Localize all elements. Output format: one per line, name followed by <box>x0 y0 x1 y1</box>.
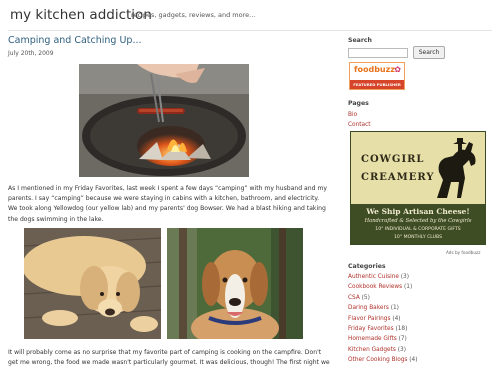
category-name[interactable]: Friday Favorites <box>348 326 394 332</box>
cowgirl-horse-icon <box>437 138 476 198</box>
category-count: (4) <box>392 315 401 322</box>
ad-subheadline: Handcrafted & Selected by the Cowgirls <box>364 218 472 224</box>
search-heading: Search <box>348 37 372 44</box>
beagle-dog-photo <box>167 228 303 339</box>
categories-heading: Categories <box>348 263 386 270</box>
category-count: (5) <box>361 294 370 301</box>
yellow-lab-photo <box>24 228 161 339</box>
category-count: (7) <box>398 336 407 343</box>
post-date: July 20th, 2009 <box>8 50 54 57</box>
pages-heading: Pages <box>348 100 369 107</box>
category-name[interactable]: Authentic Cuisine <box>348 274 399 280</box>
category-count: (1) <box>390 305 399 312</box>
ad-brand-line2: CREAMERY <box>361 172 435 183</box>
category-link[interactable]: Homemade Gifts (7) <box>348 336 407 342</box>
category-link[interactable]: Friday Favorites (18) <box>348 326 407 332</box>
ad-offer: 10° MONTHLY CLUBS <box>394 235 442 240</box>
ads-by-foodbuzz[interactable]: Ads by foodbuzz <box>446 250 480 255</box>
post-paragraph: It will probably come as no surprise tha… <box>8 349 330 366</box>
star-icon: ✿ <box>394 65 401 74</box>
category-link[interactable]: Kitchen Gadgets (3) <box>348 347 406 353</box>
ad-headline: We Ship Artisan Cheese! <box>366 207 470 216</box>
foodbuzz-label: FEATURED PUBLISHER <box>350 80 404 89</box>
category-count: (4) <box>409 357 418 364</box>
category-name[interactable]: Flavor Pairings <box>348 316 390 322</box>
category-count: (18) <box>395 326 408 332</box>
page-link-contact[interactable]: Contact <box>348 122 371 128</box>
sidebar: Search Search foodbuzz ✿ FEATURED PUBLIS… <box>348 0 494 366</box>
page-link-bio[interactable]: Bio <box>348 112 357 118</box>
ad-offer: 10° INDIVIDUAL & CORPORATE GIFTS <box>375 227 461 232</box>
category-name[interactable]: CSA <box>348 295 360 301</box>
category-name[interactable]: Daring Bakers <box>348 305 389 311</box>
category-link[interactable]: Daring Bakers (1) <box>348 305 399 311</box>
category-link[interactable]: Other Cooking Blogs (4) <box>348 357 418 363</box>
category-name[interactable]: Cookbook Reviews <box>348 284 402 290</box>
category-name[interactable]: Homemade Gifts <box>348 336 397 342</box>
campfire-photo <box>79 64 249 177</box>
search-button[interactable]: Search <box>413 46 445 59</box>
post-paragraph: As I mentioned in my Friday Favorites, l… <box>8 185 327 223</box>
site-tagline: recipes, gadgets, reviews, and more... <box>131 11 256 19</box>
search-input[interactable] <box>348 48 408 58</box>
category-name[interactable]: Other Cooking Blogs <box>348 357 407 363</box>
category-link[interactable]: Cookbook Reviews (1) <box>348 284 412 290</box>
cowgirl-creamery-ad[interactable]: COWGIRL CREAMERY We Ship Artisan Cheese!… <box>350 131 486 245</box>
ad-brand-line1: COWGIRL <box>361 154 425 165</box>
category-link[interactable]: Authentic Cuisine (3) <box>348 274 409 280</box>
foodbuzz-badge[interactable]: foodbuzz ✿ FEATURED PUBLISHER <box>349 62 405 90</box>
category-link[interactable]: Flavor Pairings (4) <box>348 316 401 322</box>
post-title[interactable]: Camping and Catching Up... <box>8 35 142 46</box>
category-count: (3) <box>400 274 410 280</box>
category-name[interactable]: Kitchen Gadgets <box>348 347 396 353</box>
category-count: (3) <box>397 346 406 353</box>
category-count: (1) <box>404 284 413 291</box>
category-link[interactable]: CSA (5) <box>348 295 370 301</box>
foodbuzz-logo-text: foodbuzz <box>354 65 395 74</box>
